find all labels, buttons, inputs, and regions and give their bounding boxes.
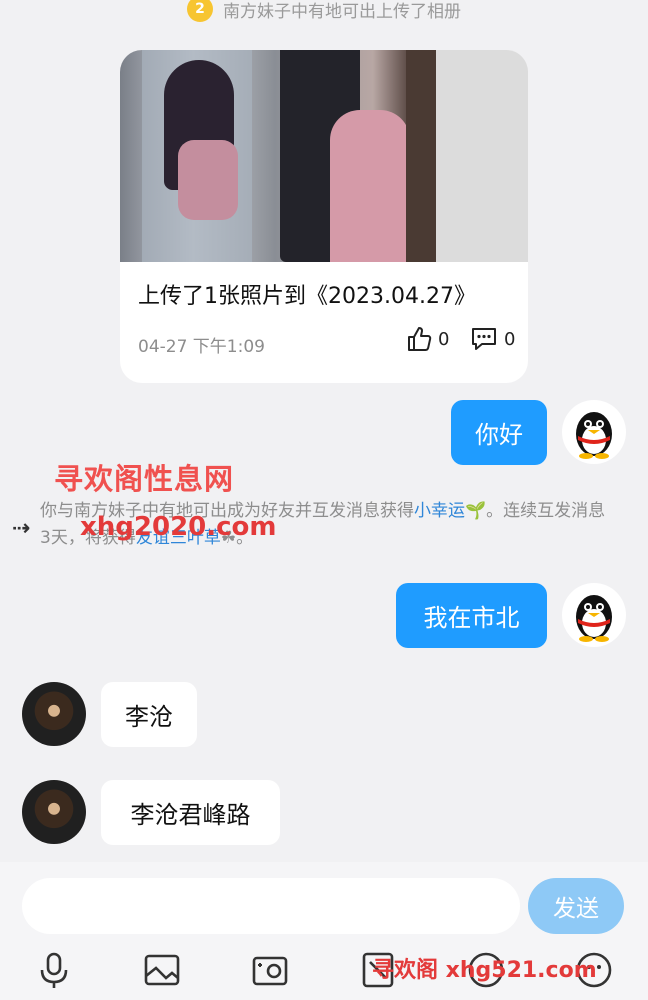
- album-photo[interactable]: [120, 50, 528, 262]
- contact-avatar[interactable]: [22, 682, 86, 746]
- message-input[interactable]: [22, 878, 520, 934]
- lucky-link[interactable]: 小幸运: [414, 501, 465, 521]
- message-bubble-in[interactable]: 李沧君峰路: [101, 780, 280, 845]
- camera-icon[interactable]: [248, 948, 292, 992]
- like-count: 0: [438, 328, 450, 350]
- arrow-icon: ⇢: [12, 516, 31, 541]
- feed-timestamp: 04-27 下午1:09: [138, 337, 265, 357]
- message-bubble-out[interactable]: 我在市北: [396, 583, 547, 648]
- album-upload-text: 南方妹子中有地可出上传了相册: [223, 1, 461, 22]
- comment-button[interactable]: 0: [470, 326, 515, 352]
- comment-icon: [472, 328, 496, 350]
- qq-penguin-icon: [576, 595, 612, 642]
- watermark-bottom: 寻欢阁 xhg521.com: [372, 958, 597, 983]
- microphone-icon[interactable]: [32, 948, 76, 992]
- message-bubble-in[interactable]: 李沧: [101, 682, 197, 747]
- like-button[interactable]: 0: [406, 326, 449, 352]
- self-avatar[interactable]: [562, 400, 626, 464]
- feed-title: 上传了1张照片到《2023.04.27》: [138, 284, 476, 309]
- watermark-site-name: 寻欢阁性息网: [54, 462, 235, 496]
- self-avatar[interactable]: [562, 583, 626, 647]
- level-badge-icon: 2: [187, 0, 213, 22]
- thumbs-up-icon: [408, 327, 432, 351]
- album-upload-notice: 2 南方妹子中有地可出上传了相册: [0, 0, 648, 24]
- album-feed-card[interactable]: 上传了1张照片到《2023.04.27》 04-27 下午1:09 0 0: [120, 50, 528, 383]
- message-bubble-out[interactable]: 你好: [451, 400, 547, 465]
- qq-penguin-icon: [576, 412, 612, 459]
- comment-count: 0: [504, 328, 516, 350]
- watermark-url: xhg2020.com: [80, 512, 277, 542]
- image-icon[interactable]: [140, 948, 184, 992]
- send-button[interactable]: 发送: [528, 878, 624, 934]
- sprout-icon: 🌱: [465, 501, 487, 521]
- contact-avatar[interactable]: [22, 780, 86, 844]
